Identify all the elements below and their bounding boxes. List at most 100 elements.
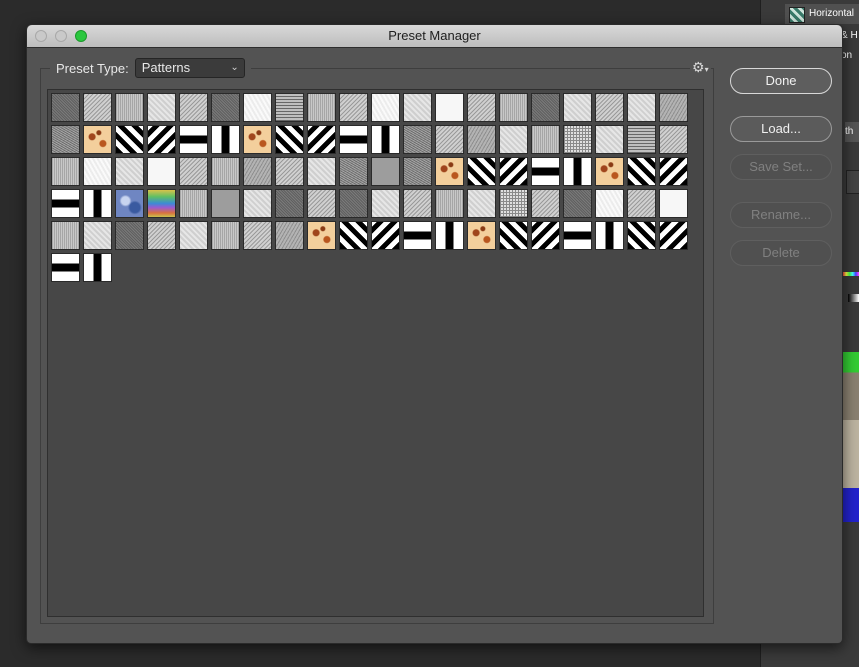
pattern-swatch[interactable] [243,93,272,122]
pattern-swatch[interactable] [499,125,528,154]
pattern-swatch[interactable] [563,221,592,250]
pattern-swatch[interactable] [371,189,400,218]
pattern-swatch[interactable] [147,125,176,154]
pattern-swatch[interactable] [403,157,432,186]
pattern-swatch[interactable] [563,189,592,218]
pattern-swatch[interactable] [339,189,368,218]
pattern-swatch[interactable] [659,125,688,154]
pattern-swatch[interactable] [531,125,560,154]
pattern-swatch[interactable] [531,221,560,250]
delete-button[interactable]: Delete [730,240,832,266]
pattern-swatch[interactable] [179,221,208,250]
pattern-swatch[interactable] [275,189,304,218]
pattern-swatch[interactable] [115,189,144,218]
pattern-swatch[interactable] [371,157,400,186]
pattern-swatch[interactable] [307,221,336,250]
pattern-swatch[interactable] [83,189,112,218]
pattern-swatch[interactable] [627,157,656,186]
pattern-swatch[interactable] [115,221,144,250]
pattern-swatch[interactable] [627,189,656,218]
pattern-swatch[interactable] [435,157,464,186]
pattern-swatch[interactable] [659,221,688,250]
pattern-swatch[interactable] [243,221,272,250]
pattern-swatch[interactable] [275,93,304,122]
pattern-swatch[interactable] [115,157,144,186]
pattern-swatch[interactable] [147,189,176,218]
pattern-swatch[interactable] [83,221,112,250]
pattern-swatch[interactable] [179,125,208,154]
pattern-swatch[interactable] [51,221,80,250]
done-button[interactable]: Done [730,68,832,94]
pattern-swatch[interactable] [371,125,400,154]
pattern-swatch[interactable] [371,221,400,250]
pattern-swatch[interactable] [307,125,336,154]
pattern-swatch[interactable] [467,189,496,218]
pattern-swatch[interactable] [595,93,624,122]
pattern-swatch[interactable] [499,221,528,250]
stepper-control[interactable] [846,170,859,194]
pattern-swatch[interactable] [659,93,688,122]
panel-row-horizontal[interactable]: Horizontal [785,4,859,25]
pattern-swatch[interactable] [595,125,624,154]
pattern-swatch[interactable] [211,157,240,186]
pattern-swatch[interactable] [659,189,688,218]
pattern-swatch[interactable] [147,93,176,122]
load-button[interactable]: Load... [730,116,832,142]
pattern-swatch[interactable] [243,125,272,154]
pattern-swatch[interactable] [339,221,368,250]
pattern-swatch[interactable] [467,221,496,250]
pattern-swatch[interactable] [435,221,464,250]
pattern-swatch[interactable] [563,93,592,122]
pattern-swatch[interactable] [83,253,112,282]
pattern-swatch[interactable] [627,125,656,154]
pattern-swatch[interactable] [627,93,656,122]
pattern-swatch[interactable] [275,221,304,250]
pattern-swatch[interactable] [115,125,144,154]
pattern-swatch[interactable] [595,189,624,218]
pattern-swatch[interactable] [659,157,688,186]
pattern-swatch[interactable] [211,189,240,218]
pattern-swatch[interactable] [595,157,624,186]
save-set-button[interactable]: Save Set... [730,154,832,180]
pattern-swatch[interactable] [51,93,80,122]
pattern-swatch[interactable] [51,253,80,282]
pattern-swatch[interactable] [531,189,560,218]
rename-button[interactable]: Rename... [730,202,832,228]
pattern-swatch[interactable] [115,93,144,122]
pattern-swatch[interactable] [627,221,656,250]
pattern-swatch[interactable] [371,93,400,122]
preset-type-select[interactable]: Patterns ⌄ [134,58,245,78]
pattern-swatch[interactable] [51,125,80,154]
pattern-swatch[interactable] [595,221,624,250]
pattern-swatch[interactable] [531,157,560,186]
pattern-swatch[interactable] [243,157,272,186]
pattern-swatch[interactable] [499,189,528,218]
pattern-swatch[interactable] [147,221,176,250]
pattern-swatch[interactable] [467,157,496,186]
pattern-swatch[interactable] [83,93,112,122]
pattern-swatch[interactable] [435,189,464,218]
pattern-swatch[interactable] [339,157,368,186]
pattern-swatch[interactable] [83,125,112,154]
pattern-swatch[interactable] [435,93,464,122]
pattern-swatch[interactable] [435,125,464,154]
pattern-swatch[interactable] [307,189,336,218]
pattern-swatch[interactable] [563,125,592,154]
pattern-swatch[interactable] [211,221,240,250]
pattern-swatch[interactable] [307,93,336,122]
pattern-swatch[interactable] [51,189,80,218]
pattern-swatch[interactable] [275,125,304,154]
pattern-swatch[interactable] [499,157,528,186]
pattern-swatch[interactable] [467,125,496,154]
pattern-swatch[interactable] [467,93,496,122]
pattern-swatch[interactable] [307,157,336,186]
pattern-swatch[interactable] [179,93,208,122]
pattern-swatch[interactable] [563,157,592,186]
pattern-swatch[interactable] [179,189,208,218]
pattern-swatch[interactable] [403,189,432,218]
pattern-swatch[interactable] [339,93,368,122]
pattern-swatch[interactable] [83,157,112,186]
pattern-swatch[interactable] [275,157,304,186]
pattern-swatch[interactable] [403,125,432,154]
pattern-swatch[interactable] [531,93,560,122]
